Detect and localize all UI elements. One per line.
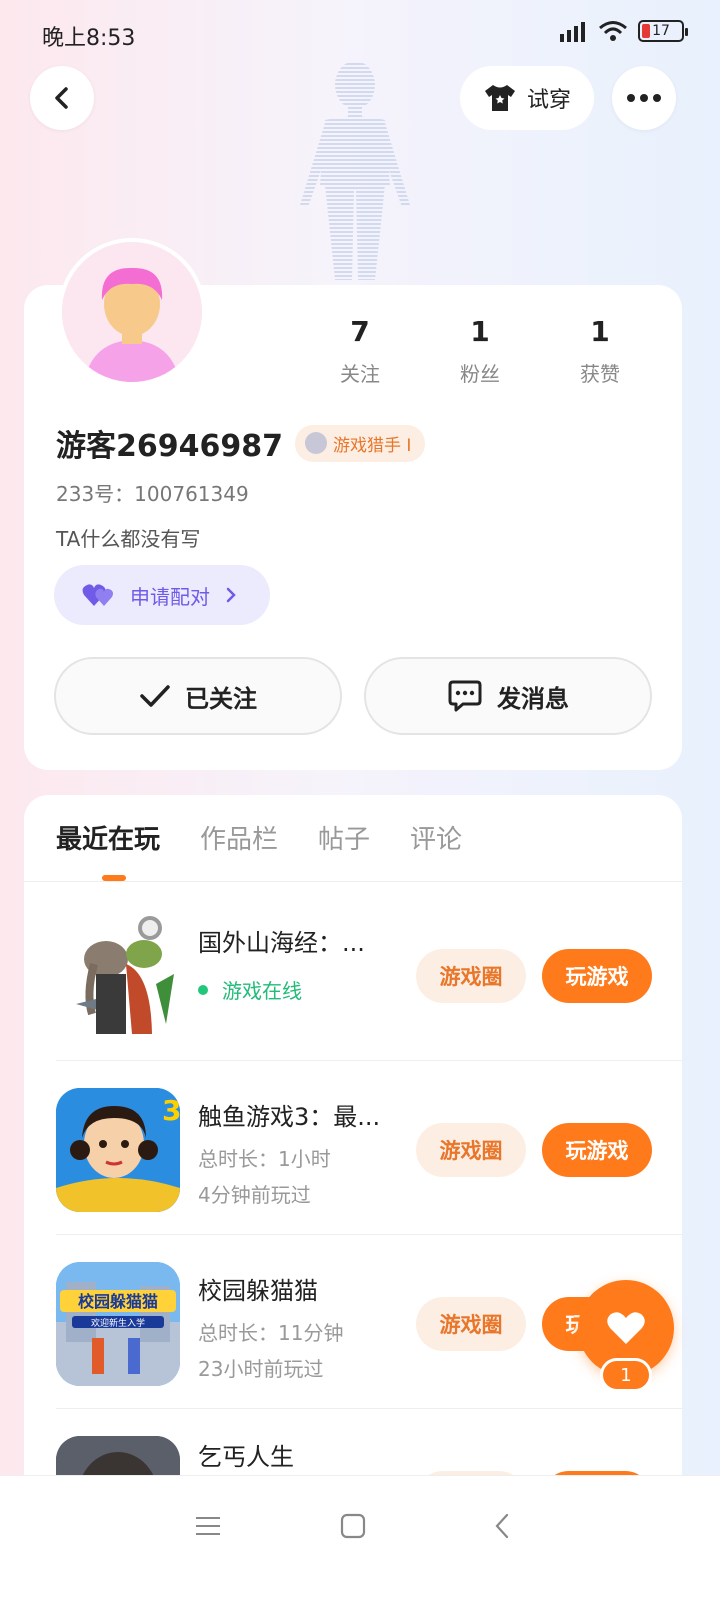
stat-label: 粉丝 — [460, 362, 500, 386]
play-game-button[interactable]: 玩游戏 — [542, 949, 652, 1003]
battery-level: 17 — [652, 23, 670, 39]
more-button[interactable] — [612, 66, 676, 130]
back-chevron-icon — [495, 1513, 509, 1539]
stat-likes[interactable]: 1 获赞 — [540, 315, 660, 387]
signal-icon — [560, 22, 585, 42]
tab-bar: 最近在玩 作品栏 帖子 评论 — [56, 819, 462, 856]
tshirt-icon — [484, 85, 515, 111]
game-playtime: 总时长：11分钟 — [198, 1321, 344, 1345]
tab-posts[interactable]: 帖子 — [318, 819, 370, 856]
game-title: 触鱼游戏3：最... — [198, 1103, 381, 1131]
following-label: 已关注 — [185, 684, 257, 713]
chevron-left-icon — [55, 87, 68, 109]
back-nav-button[interactable] — [482, 1506, 522, 1546]
menu-icon — [196, 1517, 220, 1535]
heart-icon — [607, 1312, 645, 1344]
chevron-right-icon — [226, 587, 236, 603]
game-circle-button[interactable]: 游戏圈 — [416, 1297, 526, 1351]
game-thumbnail — [56, 914, 180, 1038]
avatar-figure-icon — [300, 61, 410, 280]
game-playtime: 总时长：1小时 — [198, 1147, 331, 1171]
status-icons: 17 — [558, 20, 688, 42]
stat-label: 获赞 — [580, 362, 620, 386]
game-circle-button[interactable]: 游戏圈 — [416, 949, 526, 1003]
game-thumbnail: 校园躲猫猫 欢迎新生入学 — [56, 1262, 180, 1386]
username: 游客26946987 — [56, 429, 283, 464]
chat-bubble-icon — [448, 680, 482, 712]
badge-label: 游戏猎手 I — [333, 435, 412, 456]
badge-emblem-icon — [305, 432, 327, 454]
games-panel: 最近在玩 作品栏 帖子 评论 国外山海经：... 游戏在线 游戏圈 玩游戏 3 … — [24, 795, 682, 1495]
action-row: 已关注 发消息 — [54, 657, 652, 735]
user-id: 233号：100761349 — [56, 482, 249, 506]
game-item[interactable]: 3 触鱼游戏3：最... 总时长：1小时 4分钟前玩过 游戏圈 玩游戏 — [56, 1061, 682, 1235]
stats-row: 7 关注 1 粉丝 1 获赞 — [300, 315, 660, 387]
message-label: 发消息 — [497, 684, 569, 713]
stat-value: 1 — [470, 315, 490, 348]
hearts-icon — [82, 584, 113, 606]
menu-nav-button[interactable] — [188, 1506, 228, 1546]
game-item[interactable]: 国外山海经：... 游戏在线 游戏圈 玩游戏 — [56, 887, 682, 1061]
default-avatar-icon — [62, 242, 202, 382]
tab-recent[interactable]: 最近在玩 — [56, 819, 160, 856]
game-circle-button[interactable]: 游戏圈 — [416, 1123, 526, 1177]
doll-artwork-icon: 3 — [56, 1088, 180, 1212]
game-title: 校园躲猫猫 — [198, 1277, 318, 1305]
squid-number: 3 — [162, 1094, 180, 1127]
level-badge[interactable]: 游戏猎手 I — [295, 424, 426, 462]
status-time: 晚上8:53 — [42, 26, 136, 51]
play-game-button[interactable]: 玩游戏 — [542, 1123, 652, 1177]
like-count-badge: 1 — [600, 1358, 652, 1392]
online-status: 游戏在线 — [198, 975, 302, 1004]
stat-followers[interactable]: 1 粉丝 — [420, 315, 540, 387]
game-thumbnail: 3 — [56, 1088, 180, 1212]
divider — [24, 881, 682, 882]
stat-value: 1 — [590, 315, 610, 348]
home-square-icon — [340, 1513, 366, 1539]
wifi-icon — [599, 21, 627, 41]
avatar[interactable] — [58, 238, 206, 386]
battery-icon: 17 — [638, 20, 688, 42]
game-last-played: 4分钟前玩过 — [198, 1183, 311, 1207]
home-nav-button[interactable] — [333, 1506, 373, 1546]
game-last-played: 23小时前玩过 — [198, 1357, 324, 1381]
message-button[interactable]: 发消息 — [364, 657, 652, 735]
game-title: 国外山海经：... — [198, 929, 365, 957]
try-on-label: 试穿 — [526, 88, 571, 113]
game-title: 乞丐人生 — [198, 1443, 294, 1471]
online-dot-icon — [198, 984, 208, 995]
following-button[interactable]: 已关注 — [54, 657, 342, 735]
online-label: 游戏在线 — [222, 979, 302, 1003]
back-button[interactable] — [30, 66, 94, 130]
tab-comments[interactable]: 评论 — [410, 819, 462, 856]
tab-works[interactable]: 作品栏 — [200, 819, 278, 856]
try-on-button[interactable]: 试穿 — [460, 66, 594, 130]
stat-following[interactable]: 7 关注 — [300, 315, 420, 387]
pair-request-button[interactable]: 申请配对 — [54, 565, 270, 625]
check-icon — [140, 685, 170, 707]
campus-artwork-icon: 校园躲猫猫 欢迎新生入学 — [56, 1262, 180, 1386]
creature-artwork-icon — [76, 916, 174, 1034]
more-dots-icon — [627, 94, 661, 102]
campus-title-text: 校园躲猫猫 — [78, 1292, 158, 1311]
stat-label: 关注 — [340, 362, 380, 386]
campus-subtitle-text: 欢迎新生入学 — [91, 1317, 145, 1329]
username-row: 游客26946987 游戏猎手 I — [56, 421, 426, 465]
pair-request-label: 申请配对 — [130, 584, 210, 609]
stat-value: 7 — [350, 315, 370, 348]
system-nav-bar — [0, 1475, 720, 1600]
user-bio: TA什么都没有写 — [56, 527, 201, 551]
